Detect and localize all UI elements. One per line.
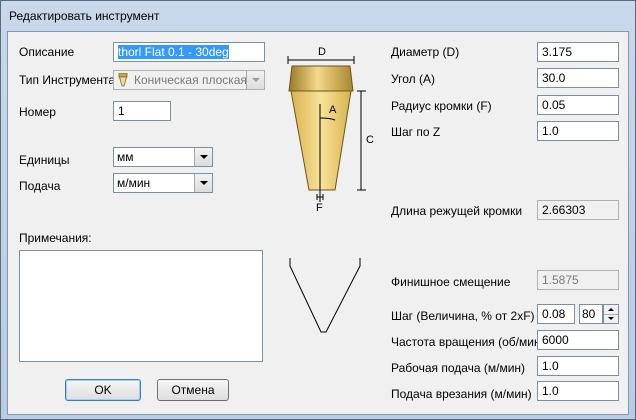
angle-input[interactable]: 30.0 [537, 68, 619, 88]
chevron-down-icon [246, 71, 264, 89]
tool-shank [288, 65, 354, 92]
notes-label: Примечания: [19, 231, 92, 245]
z-step-input[interactable]: 1.0 [537, 121, 619, 141]
tool-type-select[interactable]: Коническая плоская [113, 70, 265, 90]
z-step-label: Шаг по Z [391, 125, 441, 139]
units-value: мм [117, 150, 134, 164]
tool-diagram: D A C F [287, 46, 374, 333]
finish-offset-label: Финишное смещение [391, 275, 511, 289]
spin-down-icon[interactable] [604, 314, 618, 323]
notes-textarea[interactable] [19, 250, 263, 362]
ok-button[interactable]: OK [65, 379, 141, 401]
flute-length-label: Длина режущей кромки [391, 204, 523, 218]
units-select[interactable]: мм [113, 147, 213, 167]
stepover-input[interactable]: 0.08 [537, 304, 575, 324]
tool-flute [290, 90, 352, 191]
description-value: thorl Flat 0.1 - 30deg [118, 45, 229, 59]
tool-profile-outline [289, 258, 361, 333]
feed-rate-label: Рабочая подача (м/мин) [391, 361, 526, 375]
units-label: Единицы [19, 153, 70, 167]
feed-rate-input[interactable]: 1.0 [537, 356, 619, 376]
description-input[interactable]: thorl Flat 0.1 - 30deg [113, 42, 265, 62]
tool-type-label: Тип Инструмента [19, 73, 116, 87]
spindle-speed-label: Частота вращения (об/мин) [391, 335, 545, 349]
chevron-down-icon [194, 174, 212, 192]
dialog-body: Описание thorl Flat 0.1 - 30deg Тип Инст… [7, 31, 629, 415]
description-label: Описание [19, 45, 75, 59]
plunge-rate-input[interactable]: 1.0 [537, 381, 619, 401]
label-a: A [329, 104, 337, 116]
spindle-speed-input[interactable]: 6000 [537, 330, 619, 350]
number-input[interactable]: 1 [113, 101, 171, 121]
stepover-label: Шаг (Величина, % от 2xF) [391, 309, 535, 323]
edit-tool-dialog: Редактировать инструмент Описание thorl … [0, 0, 636, 420]
finish-offset-input[interactable]: 1.5875 [537, 270, 619, 290]
label-f: F [316, 202, 323, 214]
tool-type-value: Коническая плоская [134, 73, 247, 87]
diameter-input[interactable]: 3.175 [537, 42, 619, 62]
label-c: C [366, 134, 374, 146]
angle-label: Угол (A) [391, 72, 435, 86]
title-bar[interactable]: Редактировать инструмент [1, 1, 635, 31]
dialog-title: Редактировать инструмент [9, 9, 160, 23]
cancel-button[interactable]: Отмена [157, 379, 229, 401]
tool-type-icon [118, 73, 128, 87]
flute-length-value: 2.66303 [537, 200, 619, 220]
plunge-rate-label: Подача врезания (м/мин) [391, 387, 532, 401]
diameter-label: Диаметр (D) [391, 45, 460, 59]
dimension-c-line [357, 90, 366, 191]
feed-units-value: м/мин [117, 176, 151, 190]
feed-label: Подача [19, 179, 61, 193]
stepover-percent-input[interactable]: 80 [579, 304, 603, 324]
stepover-spinner[interactable] [603, 304, 619, 324]
number-label: Номер [19, 105, 56, 119]
corner-radius-label: Радиус кромки (F) [391, 99, 492, 113]
corner-radius-input[interactable]: 0.05 [537, 95, 619, 115]
label-d: D [318, 46, 326, 58]
feed-units-select[interactable]: м/мин [113, 173, 213, 193]
chevron-down-icon [194, 148, 212, 166]
